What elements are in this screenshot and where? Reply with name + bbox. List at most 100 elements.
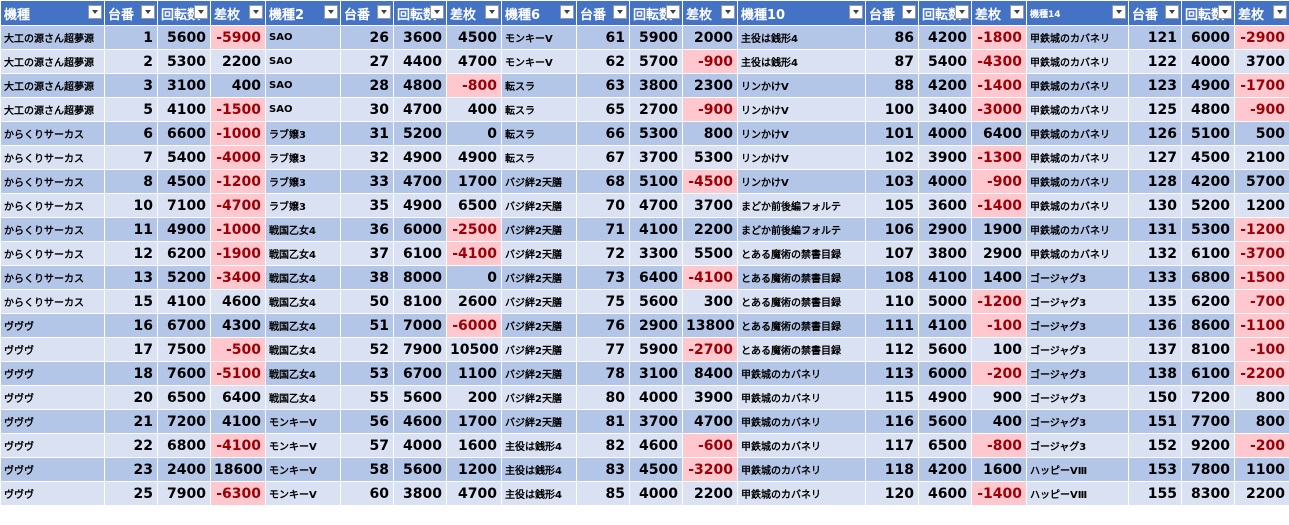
machine-name-cell[interactable]: バジ絆2天膳 <box>501 169 577 194</box>
machine-number-cell[interactable]: 65 <box>576 97 630 122</box>
machine-number-cell[interactable]: 88 <box>865 73 919 98</box>
machine-name-cell[interactable]: SAO <box>265 49 341 74</box>
machine-name-cell[interactable]: 戦国乙女4 <box>265 241 341 266</box>
machine-name-cell[interactable]: からくりサーカス <box>0 265 105 290</box>
spin-count-cell[interactable]: 4900 <box>157 217 211 242</box>
spin-count-cell[interactable]: 3600 <box>393 25 447 50</box>
machine-name-cell[interactable]: ヴヴヴ <box>0 457 105 482</box>
filter-dropdown-icon[interactable] <box>613 5 627 19</box>
machine-number-cell[interactable]: 37 <box>340 241 394 266</box>
column-header[interactable]: 差枚 <box>446 0 502 26</box>
machine-name-cell[interactable]: からくりサーカス <box>0 217 105 242</box>
machine-name-cell[interactable]: 甲鉄城のカバネリ <box>1026 25 1129 50</box>
spin-count-cell[interactable]: 3900 <box>918 145 972 170</box>
coin-diff-cell[interactable]: -5900 <box>210 25 266 50</box>
machine-number-cell[interactable]: 105 <box>865 193 919 218</box>
filter-dropdown-icon[interactable] <box>485 5 499 19</box>
spin-count-cell[interactable]: 4000 <box>918 169 972 194</box>
machine-number-cell[interactable]: 10 <box>104 193 158 218</box>
coin-diff-cell[interactable]: -3000 <box>971 97 1027 122</box>
spin-count-cell[interactable]: 6100 <box>393 241 447 266</box>
spin-count-cell[interactable]: 7800 <box>1181 457 1235 482</box>
column-header[interactable]: 回転数 <box>629 0 683 26</box>
machine-number-cell[interactable]: 108 <box>865 265 919 290</box>
spin-count-cell[interactable]: 6200 <box>157 241 211 266</box>
coin-diff-cell[interactable]: -1000 <box>210 217 266 242</box>
spin-count-cell[interactable]: 3100 <box>157 73 211 98</box>
machine-number-cell[interactable]: 62 <box>576 49 630 74</box>
spin-count-cell[interactable]: 5600 <box>393 457 447 482</box>
coin-diff-cell[interactable]: -1400 <box>971 73 1027 98</box>
coin-diff-cell[interactable]: -4100 <box>446 241 502 266</box>
filter-dropdown-icon[interactable] <box>902 5 916 19</box>
coin-diff-cell[interactable]: -1900 <box>210 241 266 266</box>
spin-count-cell[interactable]: 7600 <box>157 361 211 386</box>
coin-diff-cell[interactable]: -5100 <box>210 361 266 386</box>
machine-name-cell[interactable]: 大工の源さん超夢源 <box>0 25 105 50</box>
machine-number-cell[interactable]: 77 <box>576 337 630 362</box>
machine-name-cell[interactable]: モンキーV <box>265 481 341 506</box>
spin-count-cell[interactable]: 5600 <box>629 289 683 314</box>
machine-name-cell[interactable]: 甲鉄城のカバネリ <box>1026 217 1129 242</box>
coin-diff-cell[interactable]: 400 <box>971 409 1027 434</box>
spin-count-cell[interactable]: 4100 <box>918 265 972 290</box>
machine-name-cell[interactable]: からくりサーカス <box>0 145 105 170</box>
coin-diff-cell[interactable]: 800 <box>682 121 738 146</box>
spin-count-cell[interactable]: 4000 <box>629 385 683 410</box>
machine-number-cell[interactable]: 137 <box>1128 337 1182 362</box>
filter-dropdown-icon[interactable] <box>666 5 680 19</box>
coin-diff-cell[interactable]: -1000 <box>210 121 266 146</box>
spin-count-cell[interactable]: 7900 <box>393 337 447 362</box>
coin-diff-cell[interactable]: -4700 <box>210 193 266 218</box>
coin-diff-cell[interactable]: 200 <box>446 385 502 410</box>
machine-name-cell[interactable]: バジ絆2天膳 <box>501 193 577 218</box>
coin-diff-cell[interactable]: 2100 <box>1234 145 1289 170</box>
machine-number-cell[interactable]: 11 <box>104 217 158 242</box>
coin-diff-cell[interactable]: 1200 <box>446 457 502 482</box>
machine-name-cell[interactable]: からくりサーカス <box>0 241 105 266</box>
spin-count-cell[interactable]: 6100 <box>1181 361 1235 386</box>
machine-number-cell[interactable]: 138 <box>1128 361 1182 386</box>
spin-count-cell[interactable]: 4800 <box>1181 97 1235 122</box>
spin-count-cell[interactable]: 4400 <box>393 49 447 74</box>
coin-diff-cell[interactable]: 4700 <box>682 409 738 434</box>
machine-name-cell[interactable]: 戦国乙女4 <box>265 337 341 362</box>
machine-number-cell[interactable]: 38 <box>340 265 394 290</box>
coin-diff-cell[interactable]: 2600 <box>446 289 502 314</box>
machine-number-cell[interactable]: 107 <box>865 241 919 266</box>
machine-number-cell[interactable]: 112 <box>865 337 919 362</box>
machine-name-cell[interactable]: まどか前後編フォルテ <box>737 193 866 218</box>
machine-number-cell[interactable]: 56 <box>340 409 394 434</box>
coin-diff-cell[interactable]: -1800 <box>971 25 1027 50</box>
coin-diff-cell[interactable]: 4700 <box>446 49 502 74</box>
machine-number-cell[interactable]: 135 <box>1128 289 1182 314</box>
machine-name-cell[interactable]: バジ絆2天膳 <box>501 289 577 314</box>
machine-name-cell[interactable]: ゴージャグ3 <box>1026 265 1129 290</box>
spin-count-cell[interactable]: 6500 <box>157 385 211 410</box>
coin-diff-cell[interactable]: -600 <box>682 433 738 458</box>
coin-diff-cell[interactable]: 6400 <box>971 121 1027 146</box>
coin-diff-cell[interactable]: -1200 <box>971 289 1027 314</box>
machine-name-cell[interactable]: からくりサーカス <box>0 121 105 146</box>
filter-dropdown-icon[interactable] <box>141 5 155 19</box>
machine-name-cell[interactable]: 転スラ <box>501 73 577 98</box>
machine-number-cell[interactable]: 130 <box>1128 193 1182 218</box>
machine-name-cell[interactable]: 戦国乙女4 <box>265 313 341 338</box>
machine-name-cell[interactable]: SAO <box>265 25 341 50</box>
machine-name-cell[interactable]: ラブ嬢3 <box>265 193 341 218</box>
machine-name-cell[interactable]: とある魔術の禁書目録 <box>737 313 866 338</box>
machine-name-cell[interactable]: からくりサーカス <box>0 193 105 218</box>
machine-name-cell[interactable]: 戦国乙女4 <box>265 217 341 242</box>
machine-number-cell[interactable]: 8 <box>104 169 158 194</box>
coin-diff-cell[interactable]: -3400 <box>210 265 266 290</box>
machine-name-cell[interactable]: 甲鉄城のカバネリ <box>737 409 866 434</box>
coin-diff-cell[interactable]: -900 <box>971 169 1027 194</box>
coin-diff-cell[interactable]: -200 <box>1234 433 1289 458</box>
machine-number-cell[interactable]: 33 <box>340 169 394 194</box>
column-header[interactable]: 機種6 <box>501 0 577 26</box>
coin-diff-cell[interactable]: 800 <box>1234 409 1289 434</box>
spin-count-cell[interactable]: 8100 <box>393 289 447 314</box>
machine-number-cell[interactable]: 111 <box>865 313 919 338</box>
spin-count-cell[interactable]: 4200 <box>1181 169 1235 194</box>
coin-diff-cell[interactable]: 4300 <box>210 313 266 338</box>
